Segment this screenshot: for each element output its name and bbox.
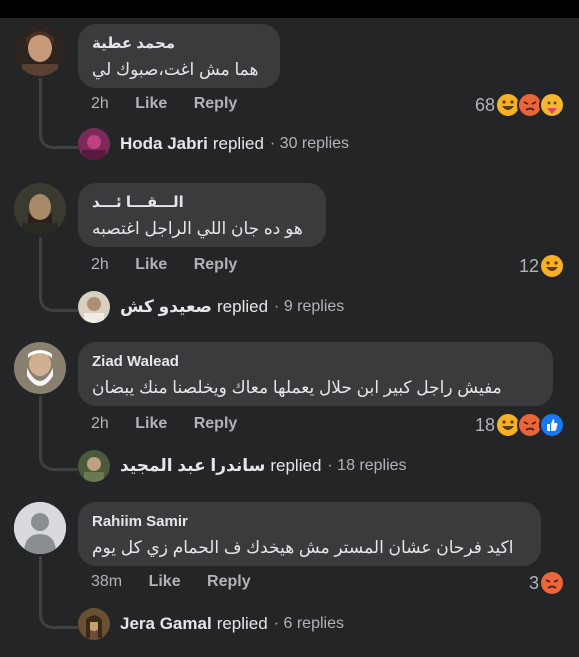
comment-text: هو ده جان اللي الراجل اغتصبه <box>92 219 303 238</box>
reaction-count: 68 <box>474 94 495 115</box>
avatar[interactable] <box>14 183 66 235</box>
reply-avatar <box>78 608 110 640</box>
comment-time[interactable]: 38m <box>91 573 122 590</box>
reply-avatar <box>78 128 110 160</box>
like-button[interactable]: Like <box>135 95 167 112</box>
angry-icon <box>539 570 565 596</box>
replier-name[interactable]: صعيدو كش <box>120 297 212 317</box>
replies-row[interactable]: ساندرا عبد المجيد replied · 18 replies <box>78 450 407 482</box>
reply-avatar <box>78 291 110 323</box>
like-button[interactable]: Like <box>135 256 167 273</box>
thread-connector <box>39 556 78 629</box>
reply-count[interactable]: · 6 replies <box>274 615 344 633</box>
replied-label: replied <box>212 134 264 153</box>
reply-count[interactable]: · 18 replies <box>327 457 406 475</box>
reaction-count: 3 <box>528 572 539 593</box>
comment-bubble: Rahiim Samir اكيد فرحان عشان المستر مش ه… <box>78 502 541 566</box>
comment-author[interactable]: محمد عطية <box>92 34 266 54</box>
reply-avatar <box>78 450 110 482</box>
comment-time[interactable]: 2h <box>91 95 109 112</box>
reply-count[interactable]: · 30 replies <box>270 135 349 153</box>
replied-label: replied <box>216 614 268 633</box>
comment-text: اكيد فرحان عشان المستر مش هيخدك ف الحمام… <box>92 538 514 557</box>
comment-actions: 2h Like Reply <box>91 256 259 274</box>
comment-author[interactable]: الـــقـــا ئـــد <box>92 193 312 213</box>
like-button[interactable]: Like <box>135 415 167 432</box>
care-icon <box>539 92 565 118</box>
thread-connector <box>39 396 78 471</box>
reply-button[interactable]: Reply <box>194 256 238 273</box>
comment-text: مفيش راجل كبير ابن حلال يعملها معاك ويخل… <box>92 378 502 397</box>
comments-panel: محمد عطية هما مش اغت،صبوك لي 2h Like Rep… <box>0 18 579 657</box>
reaction-summary[interactable]: 18 <box>475 412 565 438</box>
screen: محمد عطية هما مش اغت،صبوك لي 2h Like Rep… <box>0 0 579 657</box>
reaction-summary[interactable]: 3 <box>529 570 565 596</box>
comment-bubble: محمد عطية هما مش اغت،صبوك لي <box>78 24 280 88</box>
comment-actions: 2h Like Reply <box>91 415 259 433</box>
comment-time[interactable]: 2h <box>91 415 109 432</box>
comment-bubble: الـــقـــا ئـــد هو ده جان اللي الراجل ا… <box>78 183 326 247</box>
reaction-count: 18 <box>474 414 495 435</box>
comment-bubble: Ziad Walead مفيش راجل كبير ابن حلال يعمل… <box>78 342 553 406</box>
like-icon <box>539 412 565 438</box>
comment-actions: 38m Like Reply <box>91 573 273 591</box>
replier-name[interactable]: Hoda Jabri <box>120 134 208 154</box>
reply-button[interactable]: Reply <box>194 95 238 112</box>
reaction-summary[interactable]: 12 <box>519 253 565 279</box>
comment-author[interactable]: Rahiim Samir <box>92 512 527 532</box>
replies-row[interactable]: Jera Gamal replied · 6 replies <box>78 608 344 640</box>
replier-name[interactable]: Jera Gamal <box>120 614 212 634</box>
avatar[interactable] <box>14 502 66 554</box>
comment-actions: 2h Like Reply <box>91 95 259 113</box>
replies-row[interactable]: Hoda Jabri replied · 30 replies <box>78 128 349 160</box>
replied-label: replied <box>217 297 269 316</box>
comment-text: هما مش اغت،صبوك لي <box>92 60 259 79</box>
like-button[interactable]: Like <box>149 573 181 590</box>
reaction-count: 12 <box>518 255 539 276</box>
replies-row[interactable]: صعيدو كش replied · 9 replies <box>78 291 344 323</box>
avatar[interactable] <box>14 342 66 394</box>
haha-icon <box>539 253 565 279</box>
reply-button[interactable]: Reply <box>207 573 251 590</box>
avatar[interactable] <box>14 24 66 76</box>
comment-time[interactable]: 2h <box>91 256 109 273</box>
reaction-summary[interactable]: 68 <box>475 92 565 118</box>
replied-label: replied <box>270 456 322 475</box>
thread-connector <box>39 78 78 149</box>
thread-connector <box>39 237 78 312</box>
replier-name[interactable]: ساندرا عبد المجيد <box>120 456 265 476</box>
reply-button[interactable]: Reply <box>194 415 238 432</box>
comment-author[interactable]: Ziad Walead <box>92 352 539 372</box>
reply-count[interactable]: · 9 replies <box>274 298 344 316</box>
